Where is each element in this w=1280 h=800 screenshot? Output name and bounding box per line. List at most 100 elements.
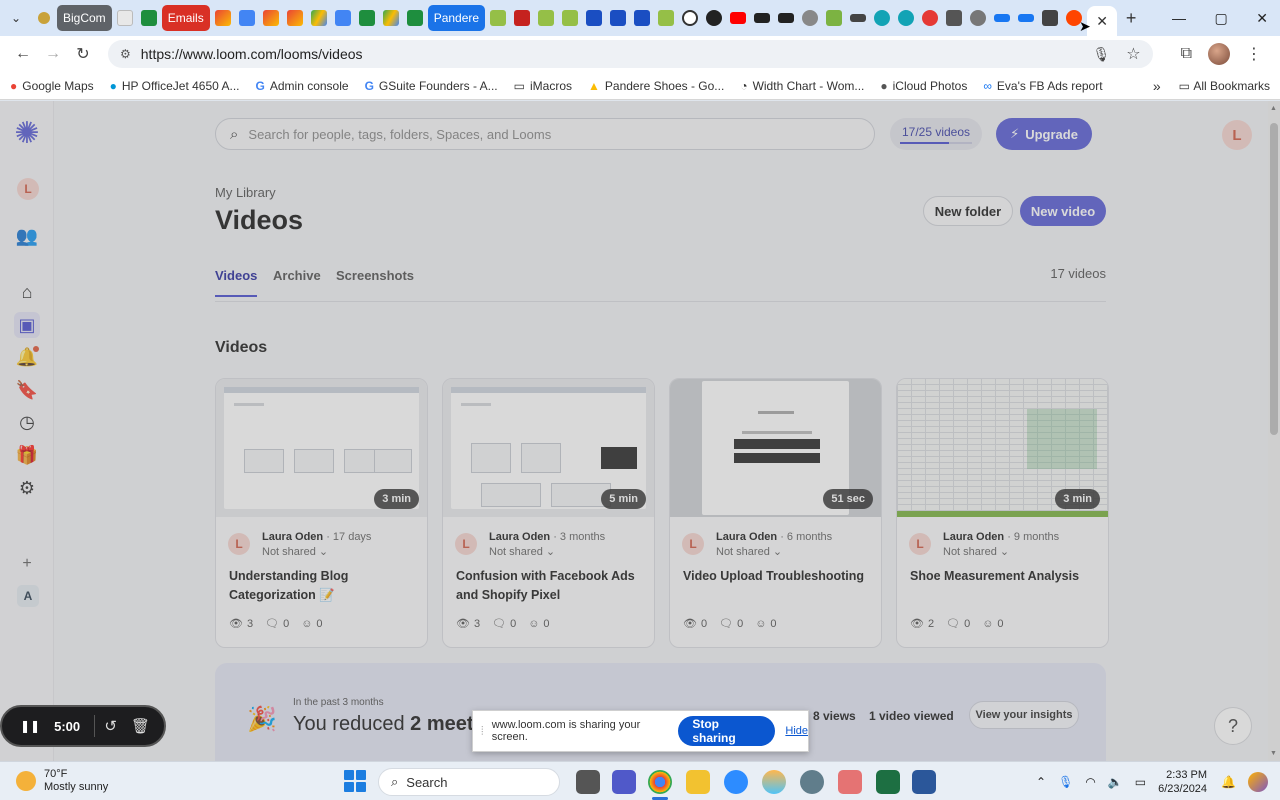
bookmark-label: Width Chart - Wom...	[752, 78, 865, 93]
tab-group-pandere[interactable]: Pandere	[427, 5, 486, 31]
gmail-tab-icon[interactable]	[284, 5, 306, 31]
sheets-tab-icon[interactable]	[356, 5, 378, 31]
shopify-tab-icon[interactable]	[655, 5, 677, 31]
copilot-icon[interactable]	[1248, 771, 1268, 792]
bookmark-admin-console[interactable]: G Admin console	[256, 79, 349, 93]
new-tab-plus-icon[interactable]: +	[1118, 8, 1144, 29]
windows-taskbar: 70°F Mostly sunny ⌕ Search ⌃ 🎙 ◠ 🔈 ▭ 2:33…	[0, 761, 1280, 800]
shopify-tab-icon[interactable]	[535, 5, 557, 31]
close-window-icon[interactable]: ✕	[1256, 10, 1268, 27]
windows-logo-pane	[344, 770, 354, 780]
all-bookmarks[interactable]: ▭ All Bookmarks	[1179, 79, 1270, 93]
active-tab-close-icon[interactable]: ✕	[1087, 6, 1118, 36]
extensions-puzzle-icon[interactable]: ⧉	[1181, 45, 1192, 63]
tab-favicon[interactable]	[967, 5, 989, 31]
gmail-tab-icon[interactable]	[212, 5, 234, 31]
taskbar-search[interactable]: ⌕ Search	[378, 768, 560, 796]
zoom-icon[interactable]	[724, 770, 748, 794]
browser-menu-icon[interactable]: ⋮	[1246, 44, 1262, 64]
notification-bell-icon[interactable]: 🔔	[1221, 775, 1236, 789]
file-explorer-icon[interactable]	[686, 770, 710, 794]
address-url[interactable]: https://www.loom.com/looms/videos	[141, 46, 363, 62]
tab-search-chevron-icon[interactable]: ⌄	[0, 0, 32, 36]
docs-tab-icon[interactable]	[332, 5, 354, 31]
shopify-tab-icon[interactable]	[559, 5, 581, 31]
restart-icon[interactable]: ↺	[104, 717, 117, 735]
maximize-icon[interactable]: ▢	[1215, 10, 1228, 27]
tab-favicon[interactable]	[823, 5, 845, 31]
tab-favicon[interactable]	[775, 5, 797, 31]
clock-time: 2:33 PM	[1166, 768, 1208, 781]
stop-sharing-button[interactable]: Stop sharing	[678, 716, 776, 746]
reload-icon[interactable]: ↻	[68, 44, 98, 64]
meta-tab-icon[interactable]	[991, 5, 1013, 31]
wifi-icon[interactable]: ◠	[1085, 775, 1095, 789]
tab-group-emails[interactable]: Emails	[161, 5, 210, 31]
shopify-tab-icon[interactable]	[487, 5, 509, 31]
bookmark-fb-ads[interactable]: ∞ Eva's FB Ads report	[983, 79, 1102, 93]
tab-favicon[interactable]	[871, 5, 893, 31]
settings-gear-icon[interactable]	[800, 770, 824, 794]
microphone-icon[interactable]: 🎙	[1092, 46, 1110, 63]
tab-favicon[interactable]	[895, 5, 917, 31]
tab-favicon[interactable]	[631, 5, 653, 31]
gmail-tab-icon[interactable]	[260, 5, 282, 31]
address-bar[interactable]: ⚙ https://www.loom.com/looms/videos 🎙 ☆	[108, 40, 1153, 68]
drive-tab-icon[interactable]	[380, 5, 402, 31]
sheets-tab-icon[interactable]	[404, 5, 426, 31]
tab-favicon[interactable]	[1039, 5, 1061, 31]
tab-favicon[interactable]	[679, 5, 701, 31]
profile-avatar[interactable]	[1208, 43, 1230, 65]
tab-favicon[interactable]	[703, 5, 725, 31]
bookmark-icloud-photos[interactable]: ● iCloud Photos	[880, 79, 967, 93]
meta-tab-icon[interactable]	[1015, 5, 1037, 31]
tab-favicon[interactable]	[847, 5, 869, 31]
bookmark-width-chart[interactable]: ◔ Width Chart - Wom...	[740, 79, 864, 93]
battery-icon[interactable]: ▭	[1135, 775, 1146, 789]
browser-toolbar: ← → ↻ ⚙ https://www.loom.com/looms/video…	[0, 36, 1280, 72]
tab-favicon[interactable]	[138, 5, 160, 31]
tab-favicon[interactable]	[607, 5, 629, 31]
bookmark-star-icon[interactable]: ☆	[1126, 44, 1140, 64]
site-info-icon[interactable]: ⚙	[120, 47, 131, 61]
tab-favicon[interactable]	[919, 5, 941, 31]
bookmark-google-maps[interactable]: ● Google Maps	[10, 79, 94, 93]
drag-grip-icon[interactable]: ⦙	[481, 724, 484, 739]
tab-list: BigCom Emails Pandere ✕ +	[32, 0, 1160, 36]
bookmark-hp[interactable]: ● HP OfficeJet 4650 A...	[110, 79, 240, 93]
bookmark-pandere-shoes[interactable]: ▲ Pandere Shoes - Go...	[588, 79, 724, 93]
chrome-icon[interactable]	[648, 770, 672, 794]
photos-icon[interactable]	[762, 770, 786, 794]
task-view-icon[interactable]	[576, 770, 600, 794]
tab-favicon[interactable]	[943, 5, 965, 31]
hide-banner-link[interactable]: Hide	[785, 725, 808, 737]
tab-favicon[interactable]	[33, 5, 55, 31]
trash-icon[interactable]: 🗑	[131, 717, 150, 735]
windows-start-icon[interactable]	[344, 770, 366, 792]
tab-favicon[interactable]	[799, 5, 821, 31]
bookmark-gsuite-founders[interactable]: G GSuite Founders - A...	[365, 79, 498, 93]
tab-favicon[interactable]	[511, 5, 533, 31]
bookmark-imacros[interactable]: ▭ iMacros	[514, 79, 572, 93]
drive-tab-icon[interactable]	[308, 5, 330, 31]
tab-favicon[interactable]	[751, 5, 773, 31]
tab-favicon[interactable]	[114, 5, 136, 31]
clock[interactable]: 2:33 PM 6/23/2024	[1158, 768, 1207, 796]
tab-group-bigcom[interactable]: BigCom	[57, 5, 112, 31]
calendar-tab-icon[interactable]	[236, 5, 258, 31]
excel-icon[interactable]	[876, 770, 900, 794]
volume-icon[interactable]: 🔈	[1108, 775, 1123, 789]
pause-icon[interactable]: ❚❚	[20, 719, 40, 733]
tab-favicon[interactable]	[583, 5, 605, 31]
microphone-icon[interactable]: 🎙	[1058, 775, 1073, 789]
back-arrow-icon[interactable]: ←	[8, 45, 38, 63]
show-hidden-icons-chevron-icon[interactable]: ⌃	[1036, 775, 1046, 789]
youtube-tab-icon[interactable]	[727, 5, 749, 31]
bookmarks-overflow-icon[interactable]: »	[1153, 78, 1161, 94]
word-icon[interactable]	[912, 770, 936, 794]
minimize-icon[interactable]: —	[1172, 10, 1186, 27]
teams-icon[interactable]	[612, 770, 636, 794]
weather-widget[interactable]: 70°F Mostly sunny	[16, 768, 256, 794]
forward-arrow-icon[interactable]: →	[38, 45, 68, 63]
snipping-tool-icon[interactable]	[838, 770, 862, 794]
